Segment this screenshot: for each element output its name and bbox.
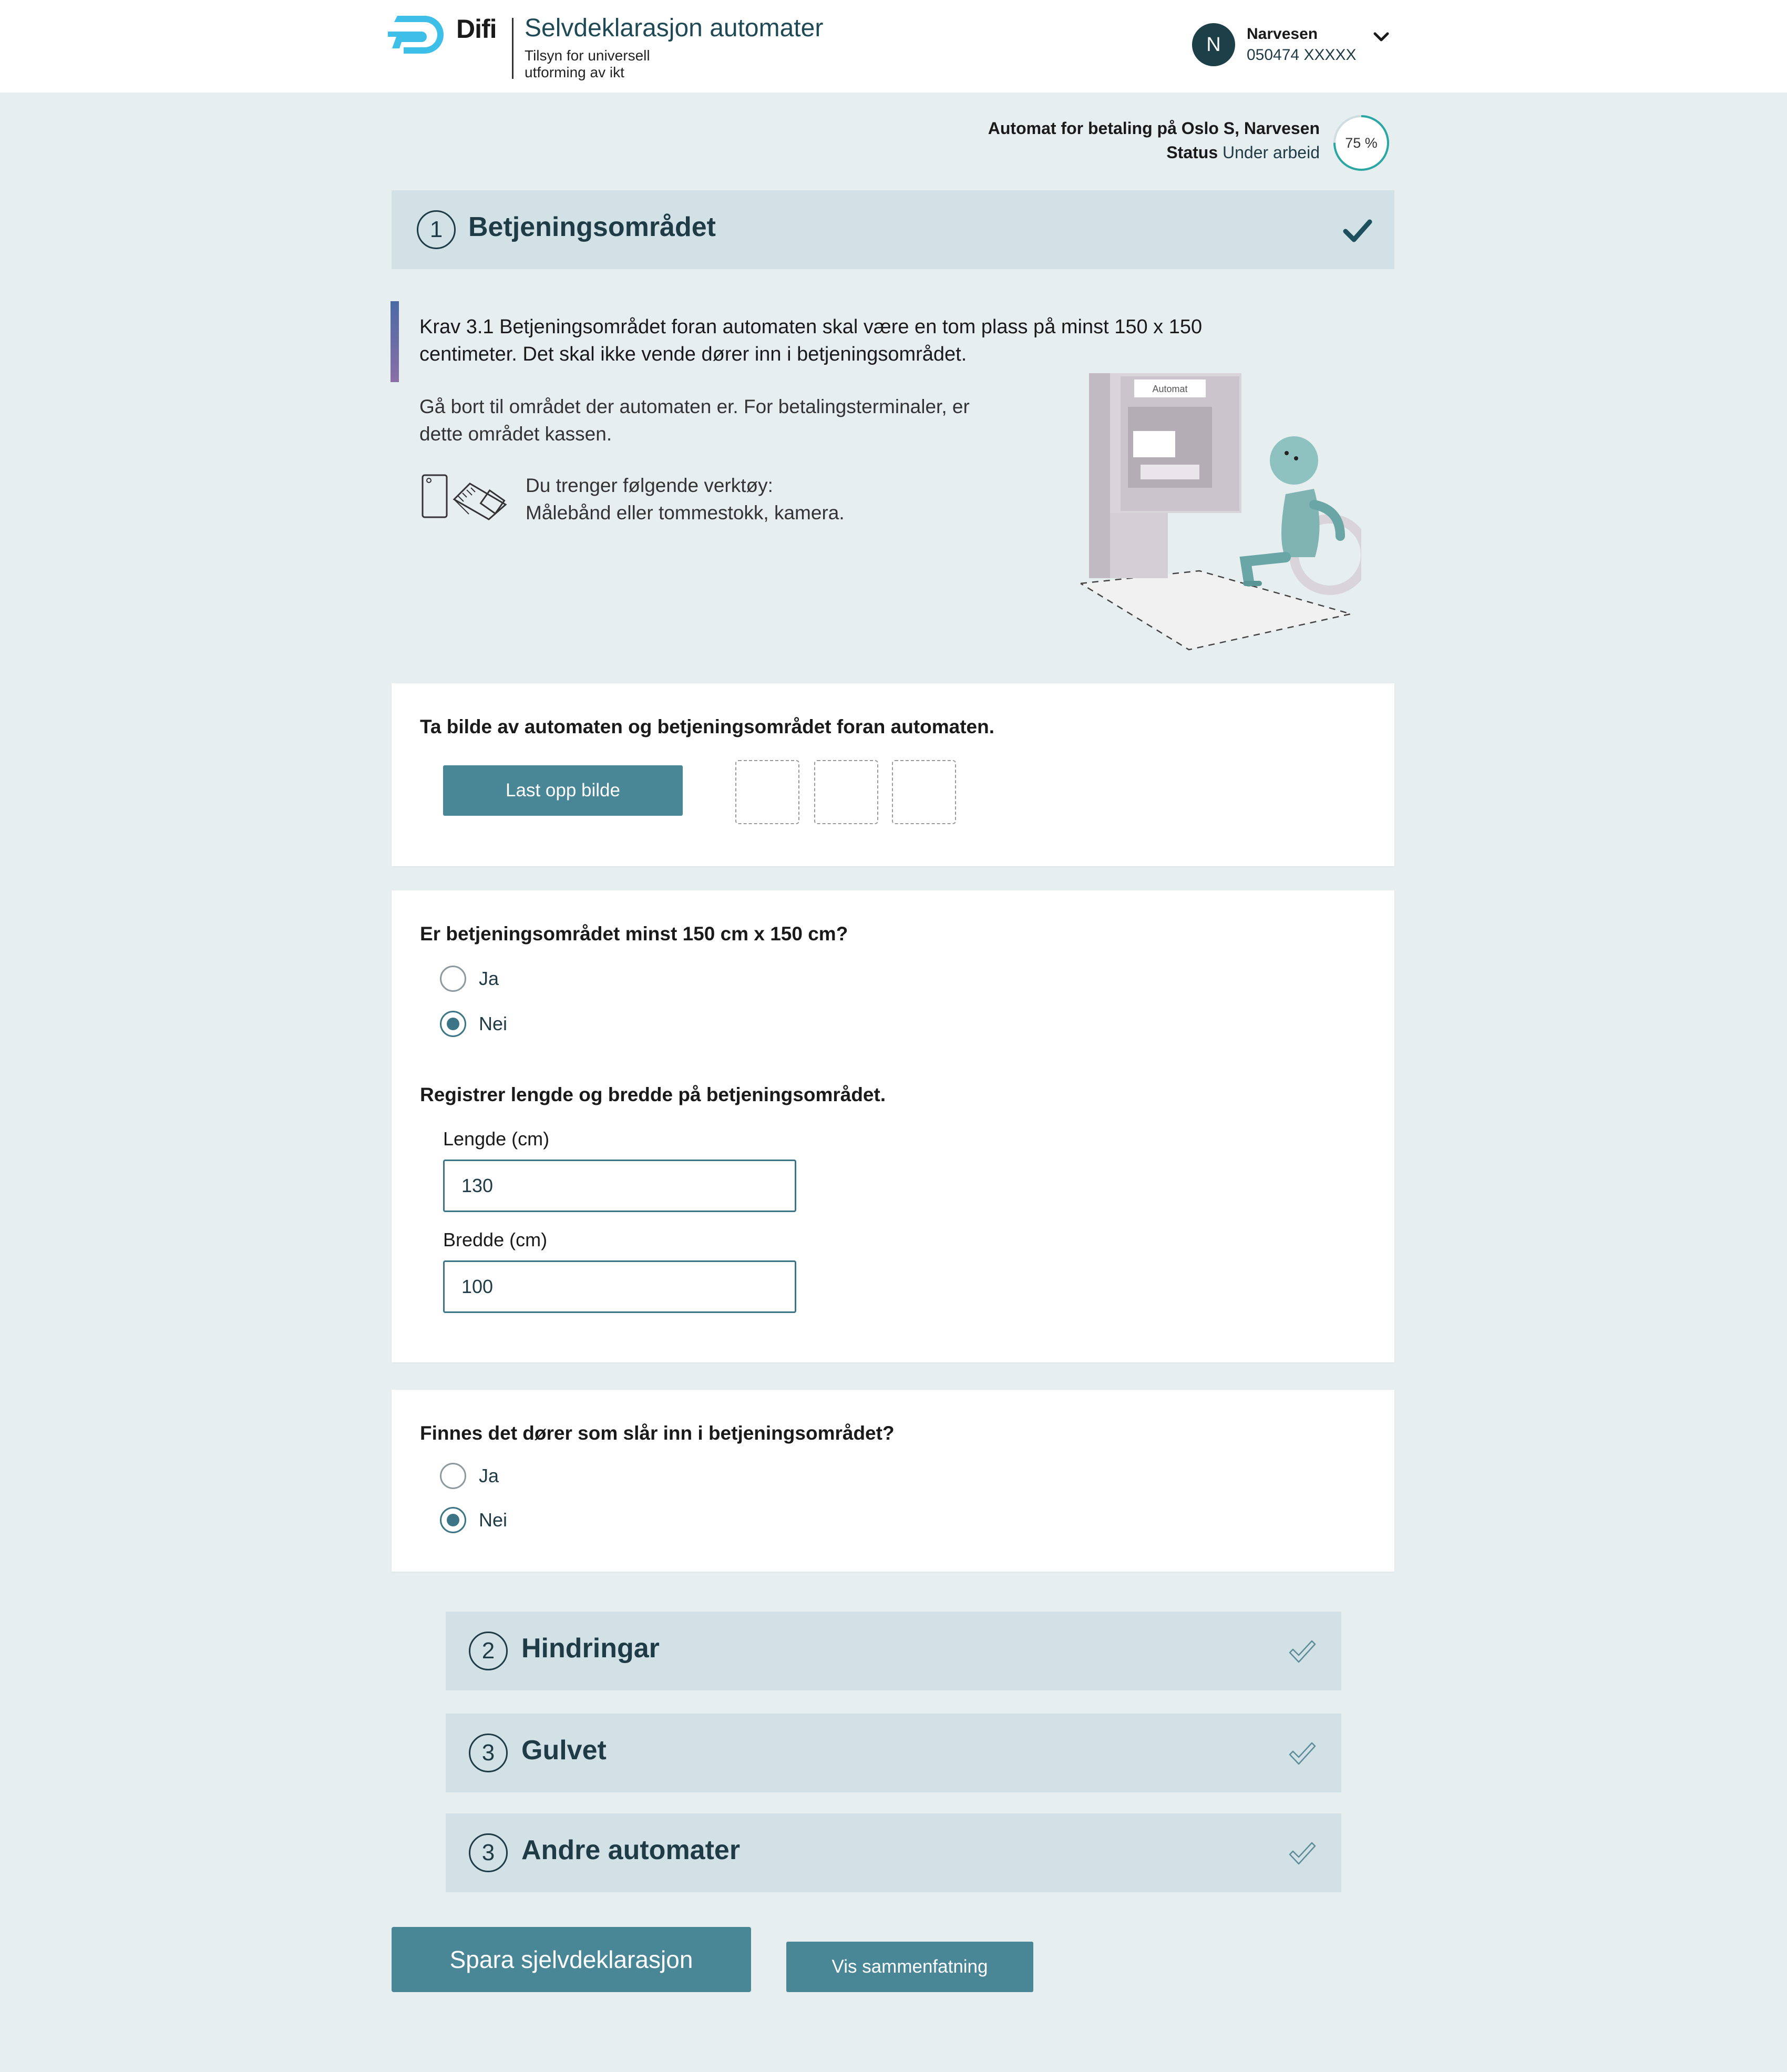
user-id: 050474 XXXXX [1247, 46, 1357, 64]
radio-option-ja[interactable]: Ja [440, 964, 499, 993]
section-number: 1 [417, 210, 456, 249]
length-field[interactable] [443, 1160, 796, 1212]
tools-text: Du trenger følgende verktøy: Målebånd el… [526, 472, 999, 527]
tools-heading: Du trenger følgende verktøy: [526, 475, 773, 496]
machine-illustration: Automat [1080, 373, 1361, 651]
radio-label: Ja [479, 1465, 499, 1486]
radio-option-nei[interactable]: Nei [440, 1505, 507, 1535]
photo-slot[interactable] [892, 760, 956, 824]
progress-percent: 75 % [1345, 135, 1378, 151]
section-title: Hindringar [521, 1633, 660, 1664]
radio-button-selected[interactable] [440, 1011, 466, 1037]
illustration-label: Automat [1152, 384, 1187, 394]
section-title: Gulvet [521, 1735, 607, 1766]
app-title: Selvdeklarasjon automater [525, 14, 824, 42]
upload-photo-button[interactable]: Last opp bilde [443, 765, 683, 816]
tools-list: Målebånd eller tommestokk, kamera. [526, 502, 845, 524]
tools-icon [422, 474, 507, 520]
radio-label: Nei [479, 1013, 508, 1034]
status-value: Under arbeid [1223, 143, 1320, 162]
brand-name: Difi [456, 14, 497, 44]
length-label: Lengde (cm) [443, 1128, 550, 1150]
section-number: 3 [469, 1833, 508, 1872]
app-subtitle: Tilsyn for universell utforming av ikt [525, 47, 650, 80]
width-label: Bredde (cm) [443, 1229, 548, 1250]
brand-divider [512, 18, 513, 79]
radio-option-nei[interactable]: Nei [440, 1009, 507, 1039]
size-card: Er betjeningsområdet minst 150 cm x 150 … [392, 890, 1394, 1362]
requirement-text: Krav 3.1 Betjeningsområdet foran automat… [419, 316, 1203, 365]
section-number: 3 [469, 1733, 508, 1772]
radio-button[interactable] [440, 966, 466, 992]
checkmark-outline-icon [1289, 1742, 1316, 1765]
checkmark-icon [1343, 219, 1372, 242]
checkmark-outline-icon [1289, 1640, 1316, 1663]
door-card: Finnes det dører som slår inn i betjenin… [392, 1390, 1394, 1572]
section-2-header[interactable]: 2 Hindringar [446, 1612, 1341, 1690]
section-1-header[interactable]: 1 Betjeningsområdet [392, 190, 1394, 269]
photo-slot[interactable] [735, 760, 799, 824]
photo-question: Ta bilde av automaten og betjeningsområd… [420, 716, 995, 737]
photo-card: Ta bilde av automaten og betjeningsområd… [392, 683, 1394, 866]
instruction-text: Gå bort til området der automaten er. Fo… [419, 396, 970, 445]
difi-logo-icon [388, 16, 444, 54]
size-question: Er betjeningsområdet minst 150 cm x 150 … [420, 923, 848, 945]
section-title: Andre automater [521, 1835, 741, 1865]
radio-button[interactable] [440, 1463, 466, 1489]
save-declaration-button[interactable]: Spara sjelvdeklarasjon [392, 1927, 751, 1992]
requirement-accent-bar [391, 301, 399, 382]
photo-slot[interactable] [814, 760, 878, 824]
status-label: Status [1166, 143, 1218, 162]
section-4-header[interactable]: 3 Andre automater [446, 1813, 1341, 1892]
top-bar: Difi Selvdeklarasjon automater Tilsyn fo… [0, 0, 1787, 93]
avatar[interactable]: N [1192, 23, 1235, 66]
width-field[interactable] [443, 1260, 796, 1313]
checkmark-outline-icon [1289, 1842, 1316, 1865]
radio-button-selected[interactable] [440, 1507, 466, 1533]
user-name: Narvesen [1247, 25, 1318, 43]
section-3-header[interactable]: 3 Gulvet [446, 1714, 1341, 1792]
radio-option-ja[interactable]: Ja [440, 1461, 499, 1491]
show-summary-button[interactable]: Vis sammenfatning [786, 1942, 1033, 1992]
status-line: Status Under arbeid [1166, 143, 1320, 162]
machine-title: Automat for betaling på Oslo S, Narvesen [988, 119, 1320, 138]
section-title: Betjeningsområdet [468, 212, 716, 242]
section-number: 2 [469, 1632, 508, 1670]
door-question: Finnes det dører som slår inn i betjenin… [420, 1422, 895, 1444]
radio-label: Ja [479, 968, 499, 989]
radio-label: Nei [479, 1509, 508, 1531]
register-heading: Registrer lengde og bredde på betjenings… [420, 1084, 886, 1105]
chevron-down-icon[interactable] [1372, 27, 1391, 46]
